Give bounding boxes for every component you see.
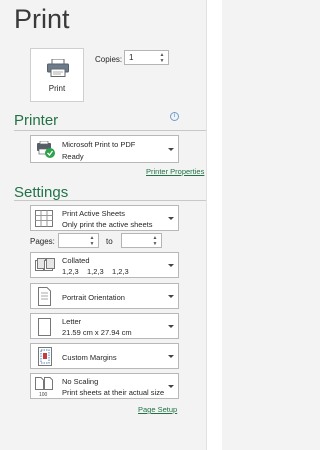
chevron-down-icon[interactable]: ▼	[159, 58, 165, 64]
chevron-down-icon	[168, 148, 174, 151]
info-icon[interactable]: i	[170, 112, 179, 121]
pages-to-spin-buttons[interactable]: ▲ ▼	[152, 235, 158, 247]
printer-heading: Printer	[14, 112, 59, 129]
collation-order: 1,2,3 1,2,3 1,2,3	[62, 267, 129, 276]
copies-label: Copies:	[95, 55, 123, 64]
collation-dropdown[interactable]: Collated 1,2,3 1,2,3 1,2,3	[30, 252, 179, 278]
printer-properties-link[interactable]: Printer Properties	[146, 167, 204, 176]
print-button[interactable]: Print	[30, 48, 84, 102]
preview-pane-edge	[206, 0, 222, 450]
print-what-label: Print Active Sheets	[62, 209, 125, 218]
settings-heading: Settings	[14, 184, 69, 201]
no-scaling-icon: 100	[35, 377, 53, 397]
printer-divider	[14, 130, 206, 131]
printer-name: Microsoft Print to PDF	[62, 140, 136, 149]
pages-from-spin-buttons[interactable]: ▲ ▼	[89, 235, 95, 247]
print-backstage-panel: Print Print Copies: 1 ▲ ▼ Printer i Micr…	[0, 0, 222, 450]
copies-spin-buttons[interactable]: ▲ ▼	[159, 52, 165, 64]
orientation-label: Portrait Orientation	[62, 293, 125, 302]
scaling-dropdown[interactable]: 100 No Scaling Print sheets at their act…	[30, 373, 179, 399]
copies-stepper[interactable]: 1 ▲ ▼	[124, 50, 169, 65]
paper-size-label: Letter	[62, 317, 82, 326]
collated-icon	[35, 258, 55, 271]
margins-label: Custom Margins	[62, 353, 117, 362]
paper-size-dimensions: 21.59 cm x 27.94 cm	[62, 328, 132, 337]
pages-to-input[interactable]: ▲ ▼	[121, 233, 162, 248]
print-what-dropdown[interactable]: Print Active Sheets Only print the activ…	[30, 205, 179, 231]
settings-divider	[14, 200, 206, 201]
chevron-down-icon	[168, 355, 174, 358]
page-setup-link[interactable]: Page Setup	[138, 405, 177, 414]
print-what-description: Only print the active sheets	[62, 220, 153, 229]
chevron-down-icon	[168, 385, 174, 388]
collation-label: Collated	[62, 256, 90, 265]
pages-label: Pages:	[30, 237, 55, 246]
printer-icon	[47, 59, 69, 77]
printer-status: Ready	[62, 152, 84, 161]
active-sheets-icon	[35, 210, 53, 227]
chevron-down-icon	[168, 295, 174, 298]
copies-value[interactable]: 1	[129, 53, 133, 62]
page-title: Print	[14, 4, 70, 34]
chevron-down-icon[interactable]: ▼	[152, 241, 158, 247]
paper-size-icon	[38, 318, 51, 336]
pages-to-label: to	[106, 237, 113, 246]
scaling-label: No Scaling	[62, 377, 99, 386]
pages-from-input[interactable]: ▲ ▼	[58, 233, 99, 248]
svg-text:100: 100	[39, 392, 48, 397]
paper-size-dropdown[interactable]: Letter 21.59 cm x 27.94 cm	[30, 313, 179, 339]
portrait-orientation-icon	[38, 287, 51, 306]
chevron-down-icon	[168, 325, 174, 328]
scaling-description: Print sheets at their actual size	[62, 388, 165, 397]
chevron-down-icon[interactable]: ▼	[89, 241, 95, 247]
custom-margins-icon	[38, 347, 52, 366]
printer-dropdown[interactable]: Microsoft Print to PDF Ready	[30, 135, 179, 163]
chevron-down-icon	[168, 264, 174, 267]
printer-ready-icon	[37, 141, 55, 158]
orientation-dropdown[interactable]: Portrait Orientation	[30, 283, 179, 309]
chevron-down-icon	[168, 217, 174, 220]
margins-dropdown[interactable]: Custom Margins	[30, 343, 179, 369]
print-button-label: Print	[48, 84, 66, 93]
